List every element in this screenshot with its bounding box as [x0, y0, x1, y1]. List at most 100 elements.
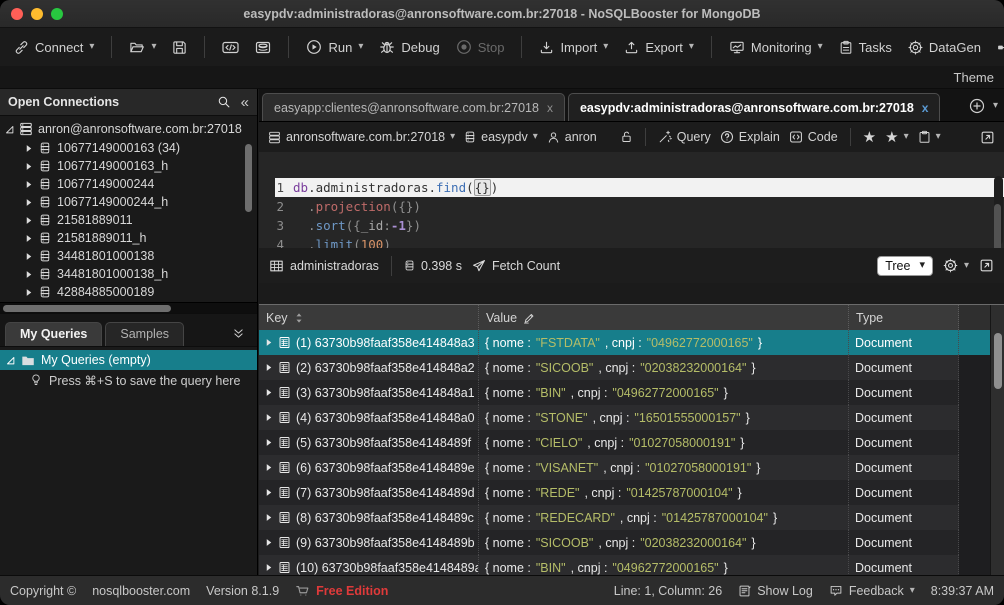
expand-row-icon[interactable] [265, 538, 273, 547]
editor-line[interactable]: 1db.administradoras.find({}) [259, 178, 1004, 197]
export-button[interactable]: Export▾ [620, 37, 698, 58]
search-icon[interactable] [217, 95, 231, 109]
fetch-count-button[interactable]: Fetch Count [472, 259, 560, 273]
table-row[interactable]: (3) 63730b98faaf358e414848a1 { nome : "B… [259, 380, 1004, 405]
editor-line[interactable]: 3 .sort({_id:-1}) [259, 216, 1004, 235]
scrollbar-thumb[interactable] [994, 204, 1001, 248]
debug-button[interactable]: Debug [375, 36, 443, 58]
schema-button[interactable]: Schema▾ [993, 37, 1004, 58]
expanded-triangle-icon[interactable] [6, 356, 15, 365]
close-tab-icon[interactable]: x [922, 101, 929, 115]
expand-row-icon[interactable] [265, 488, 273, 497]
expand-row-icon[interactable] [265, 363, 273, 372]
tasks-button[interactable]: Tasks [835, 37, 896, 58]
upgrade-link[interactable]: Free Edition [295, 584, 388, 598]
collapsed-triangle-icon[interactable] [25, 180, 33, 189]
sidebar-database-row[interactable]: 10677149000163_h [0, 157, 257, 175]
collapsed-triangle-icon[interactable] [25, 234, 33, 243]
expand-row-icon[interactable] [265, 338, 273, 347]
tab-easyapp-clientes[interactable]: easyapp:clientes@anronsoftware.com.br:27… [262, 93, 565, 121]
stop-button[interactable]: Stop [452, 36, 509, 58]
sidebar-database-row[interactable]: 21581889011_h [0, 229, 257, 247]
table-row[interactable]: (9) 63730b98faaf358e4148489b { nome : "S… [259, 530, 1004, 555]
collapsed-triangle-icon[interactable] [25, 162, 33, 171]
code-editor[interactable]: 1db.administradoras.find({}) 2 .projecti… [259, 152, 1004, 248]
expand-row-icon[interactable] [265, 463, 273, 472]
user-indicator[interactable]: anron [547, 130, 597, 144]
grid-vertical-scrollbar[interactable] [990, 305, 1004, 575]
code-button[interactable]: Code [789, 130, 838, 144]
open-file-button[interactable]: ▾ [125, 37, 160, 58]
expand-row-icon[interactable] [265, 413, 273, 422]
editor-line[interactable]: 4 .limit(100) [259, 235, 1004, 248]
table-row[interactable]: (6) 63730b98faaf358e4148489e { nome : "V… [259, 455, 1004, 480]
table-row[interactable]: (5) 63730b98faaf358e4148489f { nome : "C… [259, 430, 1004, 455]
unlock-indicator[interactable] [620, 130, 633, 144]
collapsed-triangle-icon[interactable] [25, 144, 33, 153]
table-row[interactable]: (1) 63730b98faaf358e414848a3 { nome : "F… [259, 330, 1004, 355]
sql-query-button[interactable] [251, 37, 275, 58]
table-row[interactable]: (8) 63730b98faaf358e4148489c { nome : "R… [259, 505, 1004, 530]
sidebar-database-row[interactable]: 10677149000244 [0, 175, 257, 193]
results-settings-button[interactable]: ▾ [943, 258, 969, 273]
expanded-triangle-icon[interactable] [5, 125, 14, 134]
server-selector[interactable]: anronsoftware.com.br:27018▾ [268, 130, 455, 144]
sidebar-database-row[interactable]: 42884885000189 [0, 283, 257, 301]
table-row[interactable]: (7) 63730b98faaf358e4148489d { nome : "R… [259, 480, 1004, 505]
sidebar-horizontal-scrollbar[interactable] [0, 302, 257, 313]
tab-my-queries[interactable]: My Queries [5, 322, 102, 346]
connect-button[interactable]: Connect▾ [10, 37, 98, 58]
feedback-button[interactable]: Feedback ▾ [829, 584, 915, 598]
collapsed-triangle-icon[interactable] [25, 288, 33, 297]
code-view-button[interactable] [218, 37, 243, 58]
explain-button[interactable]: Explain [720, 130, 780, 144]
collapse-sidebar-icon[interactable]: « [241, 94, 249, 111]
close-tab-icon[interactable]: x [547, 101, 553, 115]
favorite-button[interactable]: ★ [863, 128, 876, 146]
snippets-button[interactable]: ▾ [918, 130, 941, 144]
save-button[interactable] [168, 37, 191, 58]
run-button[interactable]: Run▾ [302, 36, 367, 58]
favorites-menu-button[interactable]: ★▾ [885, 128, 908, 146]
table-row[interactable]: (10) 63730b98faaf358e4148489a { nome : "… [259, 555, 1004, 575]
double-chevron-down-icon[interactable] [232, 327, 245, 340]
query-button[interactable]: Query [658, 130, 711, 144]
editor-line[interactable]: 2 .projection({}) [259, 197, 1004, 216]
column-header-value[interactable]: Value [479, 305, 849, 330]
expand-row-icon[interactable] [265, 438, 273, 447]
show-log-button[interactable]: Show Log [738, 584, 813, 598]
website-link[interactable]: nosqlbooster.com [92, 584, 190, 598]
database-selector[interactable]: easypdv▾ [464, 130, 538, 144]
tab-samples[interactable]: Samples [105, 322, 184, 346]
scrollbar-thumb[interactable] [994, 333, 1002, 389]
import-button[interactable]: Import▾ [535, 37, 612, 58]
edit-pencil-icon[interactable] [523, 312, 535, 324]
view-mode-select[interactable]: Tree ▾ [877, 256, 933, 276]
sort-icon[interactable] [294, 312, 304, 324]
sidebar-database-row[interactable]: 10677149000244_h [0, 193, 257, 211]
expand-row-icon[interactable] [265, 388, 273, 397]
sidebar-database-row[interactable]: 34481801000138_h [0, 265, 257, 283]
collapsed-triangle-icon[interactable] [25, 216, 33, 225]
sidebar-database-row[interactable]: 34481801000138 [0, 247, 257, 265]
collapsed-triangle-icon[interactable] [25, 270, 33, 279]
column-header-type[interactable]: Type [849, 305, 959, 330]
scrollbar-thumb[interactable] [3, 305, 171, 312]
expand-row-icon[interactable] [265, 513, 273, 522]
my-queries-root-row[interactable]: My Queries (empty) [0, 350, 257, 370]
sidebar-vertical-scrollbar[interactable] [245, 144, 252, 212]
table-row[interactable]: (4) 63730b98faaf358e414848a0 { nome : "S… [259, 405, 1004, 430]
column-header-key[interactable]: Key [259, 305, 479, 330]
editor-vertical-scrollbar[interactable] [994, 176, 1003, 245]
sidebar-database-row[interactable]: 21581889011 [0, 211, 257, 229]
chevron-down-icon[interactable]: ▾ [993, 101, 998, 111]
collapsed-triangle-icon[interactable] [25, 198, 33, 207]
open-in-new-window-button[interactable] [980, 130, 995, 145]
new-tab-icon[interactable] [969, 98, 985, 114]
table-row[interactable]: (2) 63730b98faaf358e414848a2 { nome : "S… [259, 355, 1004, 380]
datagen-button[interactable]: DataGen [904, 37, 985, 58]
connection-root[interactable]: anron@anronsoftware.com.br:27018 (1 [0, 119, 244, 139]
monitoring-button[interactable]: Monitoring▾ [725, 37, 827, 58]
external-link-icon[interactable] [979, 258, 994, 273]
collapsed-triangle-icon[interactable] [25, 252, 33, 261]
